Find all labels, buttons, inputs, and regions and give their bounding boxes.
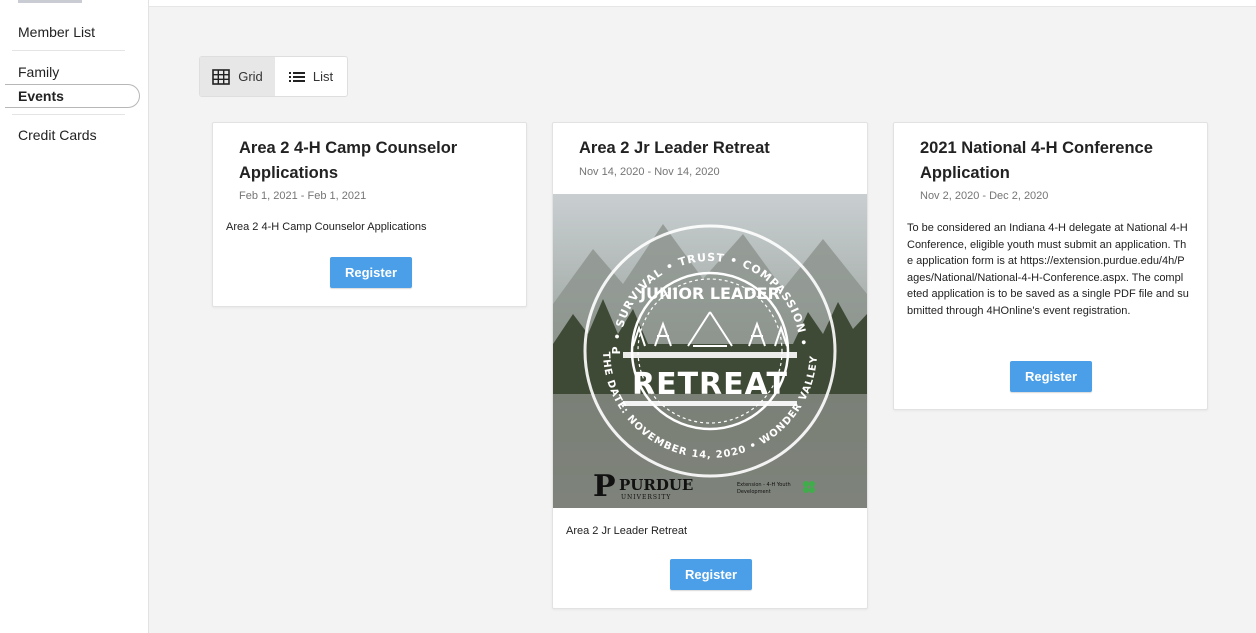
svg-text:UNIVERSITY: UNIVERSITY	[621, 494, 671, 501]
sidebar-item-events[interactable]: Events	[5, 84, 140, 108]
list-view-button[interactable]: List	[275, 57, 347, 96]
svg-text:Extension - 4-H Youth: Extension - 4-H Youth	[737, 482, 791, 488]
sidebar-item-member-list[interactable]: Member List	[5, 20, 140, 44]
event-card: Area 2 4-H Camp Counselor Applications F…	[212, 122, 527, 307]
svg-text:Development: Development	[737, 489, 771, 495]
event-card: 2021 National 4-H Conference Application…	[893, 122, 1208, 410]
sidebar: Member List Family Events Credit Cards	[0, 0, 149, 633]
event-dates: Nov 14, 2020 - Nov 14, 2020	[579, 166, 720, 178]
event-description: Area 2 4-H Camp Counselor Applications	[226, 221, 427, 233]
list-label: List	[312, 69, 334, 84]
view-toggle: Grid List	[199, 56, 348, 97]
event-dates: Feb 1, 2021 - Feb 1, 2021	[239, 190, 367, 202]
event-title: Area 2 Jr Leader Retreat	[579, 139, 770, 157]
event-description: Area 2 Jr Leader Retreat	[566, 525, 688, 537]
sidebar-item-credit-cards[interactable]: Credit Cards	[5, 123, 140, 147]
event-dates: Nov 2, 2020 - Dec 2, 2020	[920, 190, 1049, 202]
event-poster-image: LEADERSHIP • SURVIVAL • TRUST • COMPASSI…	[553, 194, 867, 508]
event-card: Area 2 Jr Leader Retreat Nov 14, 2020 - …	[552, 122, 868, 609]
event-description: To be considered an Indiana 4-H delegate…	[907, 222, 1189, 317]
top-bar	[149, 0, 1256, 7]
sidebar-divider	[12, 50, 125, 51]
svg-text:JUNIOR LEADER: JUNIOR LEADER	[639, 284, 780, 303]
list-icon	[288, 71, 305, 82]
svg-text:RETREAT: RETREAT	[632, 367, 788, 402]
svg-text:P: P	[593, 469, 616, 504]
grid-label: Grid	[238, 69, 263, 84]
retreat-poster: LEADERSHIP • SURVIVAL • TRUST • COMPASSI…	[553, 194, 867, 508]
grid-view-button[interactable]: Grid	[200, 57, 275, 96]
grid-icon	[212, 68, 231, 85]
sidebar-item-family[interactable]: Family	[5, 60, 140, 84]
event-title: 2021 National 4-H Conference Application	[920, 139, 1153, 182]
sidebar-divider	[12, 114, 125, 115]
register-button[interactable]: Register	[670, 559, 752, 590]
logo	[18, 0, 82, 3]
svg-text:PURDUE: PURDUE	[619, 476, 693, 494]
event-title: Area 2 4-H Camp Counselor Applications	[239, 139, 458, 182]
register-button[interactable]: Register	[330, 257, 412, 288]
register-button[interactable]: Register	[1010, 361, 1092, 392]
